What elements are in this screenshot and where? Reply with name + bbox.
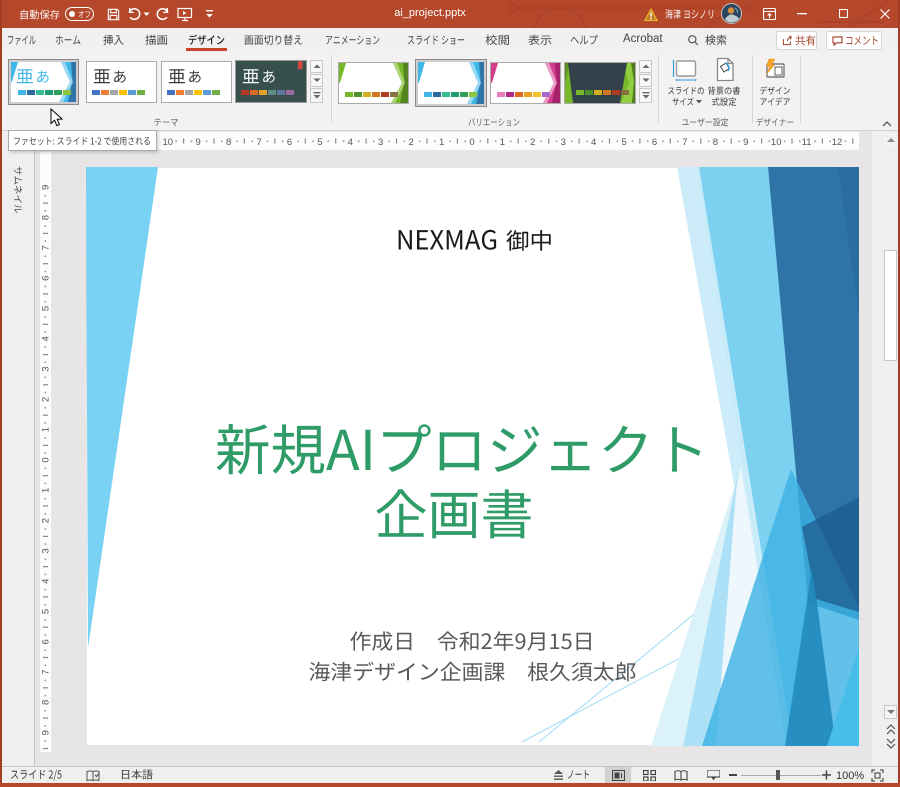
svg-text:6: 6 xyxy=(652,137,657,148)
svg-text:11: 11 xyxy=(802,137,812,148)
svg-text:8: 8 xyxy=(226,137,231,148)
svg-text:7: 7 xyxy=(41,669,52,674)
svg-text:5: 5 xyxy=(621,137,626,148)
svg-text:8: 8 xyxy=(41,700,52,705)
svg-text:6: 6 xyxy=(287,137,292,148)
svg-text:4: 4 xyxy=(591,137,596,148)
svg-text:10: 10 xyxy=(771,137,782,148)
svg-text:7: 7 xyxy=(256,137,261,148)
svg-text:2: 2 xyxy=(41,397,52,402)
svg-text:8: 8 xyxy=(713,137,718,148)
svg-text:3: 3 xyxy=(41,548,52,553)
svg-text:2: 2 xyxy=(530,137,535,148)
svg-text:2: 2 xyxy=(409,137,414,148)
svg-text:9: 9 xyxy=(41,730,52,735)
svg-text:7: 7 xyxy=(682,137,687,148)
svg-text:9: 9 xyxy=(196,137,201,148)
svg-text:1: 1 xyxy=(41,488,52,493)
svg-text:3: 3 xyxy=(41,366,52,371)
svg-text:6: 6 xyxy=(41,639,52,644)
svg-text:4: 4 xyxy=(348,137,353,148)
svg-text:1: 1 xyxy=(439,137,444,148)
svg-text:9: 9 xyxy=(743,137,748,148)
svg-text:4: 4 xyxy=(41,336,52,341)
svg-text:6: 6 xyxy=(41,276,52,281)
svg-text:10: 10 xyxy=(163,137,174,148)
svg-text:1: 1 xyxy=(500,137,505,148)
svg-text:2: 2 xyxy=(41,518,52,523)
svg-text:8: 8 xyxy=(41,215,52,220)
svg-text:5: 5 xyxy=(317,137,322,148)
svg-text:0: 0 xyxy=(41,457,52,462)
svg-text:5: 5 xyxy=(41,609,52,614)
svg-text:1: 1 xyxy=(41,427,52,432)
svg-text:12: 12 xyxy=(832,137,843,148)
svg-text:9: 9 xyxy=(41,185,52,190)
svg-text:0: 0 xyxy=(469,137,474,148)
svg-text:3: 3 xyxy=(561,137,566,148)
svg-text:3: 3 xyxy=(378,137,383,148)
svg-text:4: 4 xyxy=(41,579,52,584)
svg-text:7: 7 xyxy=(41,245,52,250)
svg-text:5: 5 xyxy=(41,306,52,311)
